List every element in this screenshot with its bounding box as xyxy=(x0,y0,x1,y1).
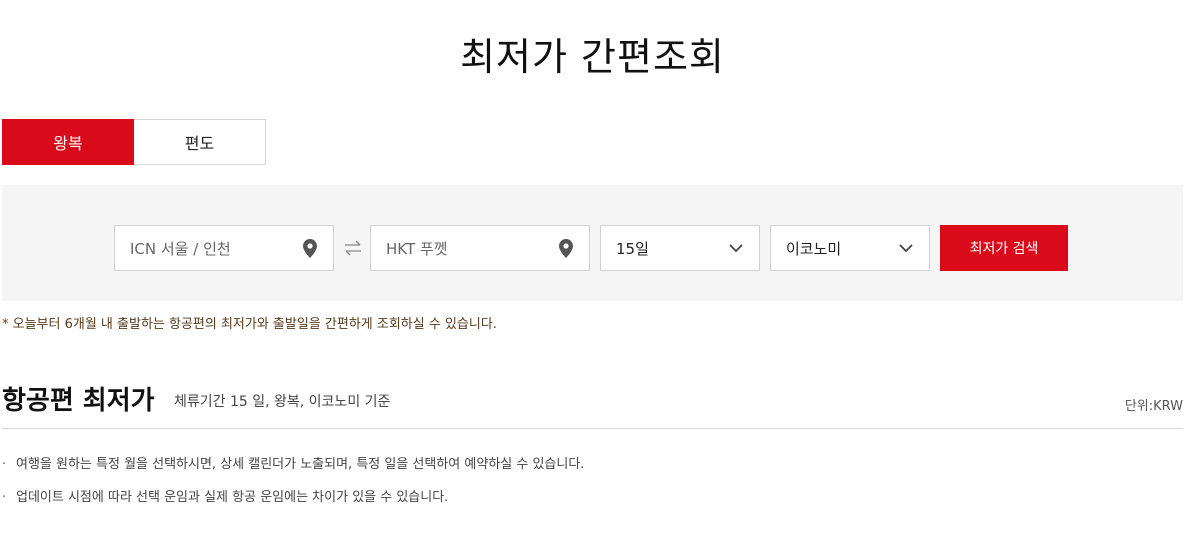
swap-arrows-icon[interactable] xyxy=(343,237,363,259)
list-item-text: 여행을 원하는 특정 월을 선택하시면, 상세 캘린더가 노출되며, 특정 일을… xyxy=(16,457,585,472)
section-subtitle: 체류기간 15 일, 왕복, 이코노미 기준 xyxy=(174,394,391,410)
stay-duration-value: 15일 xyxy=(616,239,649,258)
currency-unit: 단위:KRW xyxy=(1124,399,1183,414)
page-title: 최저가 간편조회 xyxy=(460,35,725,79)
map-pin-icon[interactable] xyxy=(558,238,574,258)
cabin-class-value: 이코노미 xyxy=(786,239,842,258)
chevron-down-icon xyxy=(728,238,744,258)
list-item: · 업데이트 시점에 따라 선택 운임과 실제 항공 운임에는 차이가 있을 수… xyxy=(2,488,584,508)
cabin-class-select[interactable]: 이코노미 xyxy=(770,225,930,271)
origin-value: ICN 서울 / 인천 xyxy=(130,239,231,258)
section-divider xyxy=(2,428,1183,429)
chevron-down-icon xyxy=(898,238,914,258)
bullet-dot-icon: · xyxy=(2,457,7,472)
tab-round-trip[interactable]: 왕복 xyxy=(2,119,134,165)
bullet-dot-icon: · xyxy=(2,490,7,505)
list-item: · 여행을 원하는 특정 월을 선택하시면, 상세 캘린더가 노출되며, 특정 … xyxy=(2,455,584,475)
list-item-text: 업데이트 시점에 따라 선택 운임과 실제 항공 운임에는 차이가 있을 수 있… xyxy=(16,490,449,505)
lowest-fare-search-button[interactable]: 최저가 검색 xyxy=(940,225,1068,271)
section-title: 항공편 최저가 xyxy=(2,386,155,416)
map-pin-icon[interactable] xyxy=(302,238,318,258)
search-panel: ICN 서울 / 인천 HKT 푸껫 15일 이코노미 최저가 검색 xyxy=(2,185,1183,301)
trip-type-tabs: 왕복 편도 xyxy=(2,119,266,165)
destination-value: HKT 푸껫 xyxy=(386,239,448,258)
search-notice: * 오늘부터 6개월 내 출발하는 항공편의 최저가와 출발일을 간편하게 조회… xyxy=(2,317,497,332)
info-list: · 여행을 원하는 특정 월을 선택하시면, 상세 캘린더가 노출되며, 특정 … xyxy=(2,455,584,521)
origin-field[interactable]: ICN 서울 / 인천 xyxy=(114,225,334,271)
destination-field[interactable]: HKT 푸껫 xyxy=(370,225,590,271)
tab-one-way[interactable]: 편도 xyxy=(134,119,266,165)
stay-duration-select[interactable]: 15일 xyxy=(600,225,760,271)
